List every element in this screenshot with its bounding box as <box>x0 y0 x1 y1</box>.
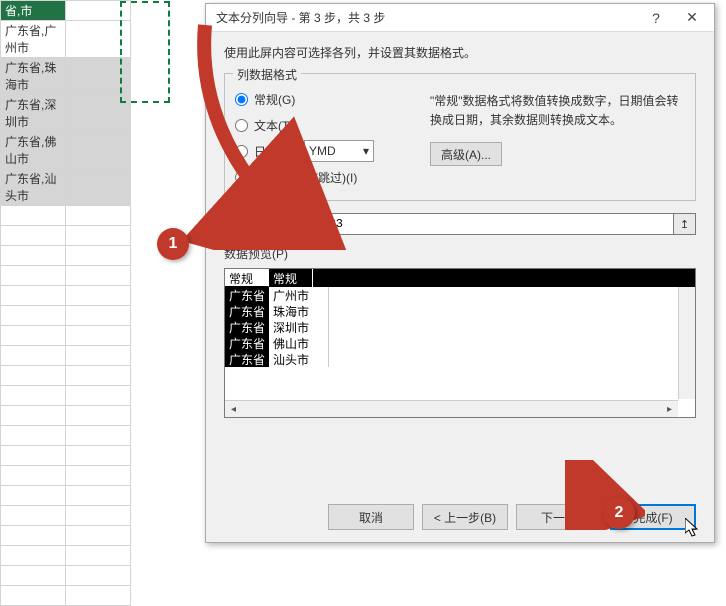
cell-a4[interactable]: 广东省,深圳市 <box>1 95 66 132</box>
radio-text-input[interactable] <box>235 119 248 132</box>
cell-a3[interactable]: 广东省,珠海市 <box>1 58 66 95</box>
collapse-dialog-button[interactable]: ↥ <box>674 213 696 235</box>
preview-row: 广东省佛山市 <box>225 335 695 351</box>
radio-date-input[interactable] <box>235 145 248 158</box>
preview-row: 广东省汕头市 <box>225 351 695 367</box>
radio-text[interactable]: 文本(T) <box>235 112 430 138</box>
cell-a1[interactable]: 省,市 <box>1 1 66 21</box>
format-note: "常规"数据格式将数值转换成数字，日期值会转换成日期，其余数据则转换成文本。 <box>430 92 685 130</box>
help-button[interactable]: ? <box>638 6 674 30</box>
collapse-icon: ↥ <box>680 218 689 231</box>
advanced-button[interactable]: 高级(A)... <box>430 142 502 166</box>
vertical-scrollbar[interactable] <box>678 287 695 399</box>
preview-row: 广东省广州市 <box>225 287 695 303</box>
radio-general-input[interactable] <box>235 93 248 106</box>
preview-header-1[interactable]: 常规 <box>269 269 313 287</box>
cell-a5[interactable]: 广东省,佛山市 <box>1 132 66 169</box>
cell-a6[interactable]: 广东省,汕头市 <box>1 169 66 206</box>
radio-skip[interactable]: 不导入此列(跳过)(I) <box>235 164 430 190</box>
cancel-button[interactable]: 取消 <box>328 504 414 530</box>
scroll-right-icon[interactable]: ▸ <box>661 401 678 418</box>
data-preview[interactable]: 常规 常规 广东省广州市 广东省珠海市 广东省深圳市 广东省佛山市 广东省汕头市… <box>224 268 696 418</box>
annotation-badge-2: 2 <box>603 497 635 529</box>
column-format-group: 列数据格式 常规(G) 文本(T) 日期(D): YMD ▾ <box>224 73 696 201</box>
dialog-title: 文本分列向导 - 第 3 步，共 3 步 <box>216 9 638 26</box>
destination-input[interactable] <box>300 213 674 235</box>
column-format-legend: 列数据格式 <box>233 66 301 83</box>
date-format-select[interactable]: YMD ▾ <box>304 140 374 162</box>
cell-a2[interactable]: 广东省,广州市 <box>1 21 66 58</box>
instruction-text: 使用此屏内容可选择各列，并设置其数据格式。 <box>224 44 696 61</box>
radio-general[interactable]: 常规(G) <box>235 86 430 112</box>
preview-label: 数据预览(P) <box>224 245 696 262</box>
annotation-badge-1: 1 <box>157 228 189 260</box>
text-to-columns-dialog: 文本分列向导 - 第 3 步，共 3 步 ? ✕ 使用此屏内容可选择各列，并设置… <box>205 3 715 543</box>
horizontal-scrollbar[interactable]: ◂ ▸ <box>225 400 678 417</box>
chevron-down-icon: ▾ <box>363 144 369 158</box>
radio-skip-input[interactable] <box>235 171 248 184</box>
preview-header-0[interactable]: 常规 <box>225 269 269 287</box>
back-button[interactable]: < 上一步(B) <box>422 504 508 530</box>
preview-row: 广东省深圳市 <box>225 319 695 335</box>
next-button[interactable]: 下一步 <box>516 504 602 530</box>
close-button[interactable]: ✕ <box>674 6 710 30</box>
preview-row: 广东省珠海市 <box>225 303 695 319</box>
target-label: 目标区域(E): <box>224 216 300 233</box>
worksheet: 省,市 广东省,广州市 广东省,珠海市 广东省,深圳市 广东省,佛山市 广东省,… <box>0 0 200 606</box>
radio-date[interactable]: 日期(D): YMD ▾ <box>235 138 430 164</box>
scroll-left-icon[interactable]: ◂ <box>225 401 242 418</box>
titlebar[interactable]: 文本分列向导 - 第 3 步，共 3 步 ? ✕ <box>206 4 714 32</box>
